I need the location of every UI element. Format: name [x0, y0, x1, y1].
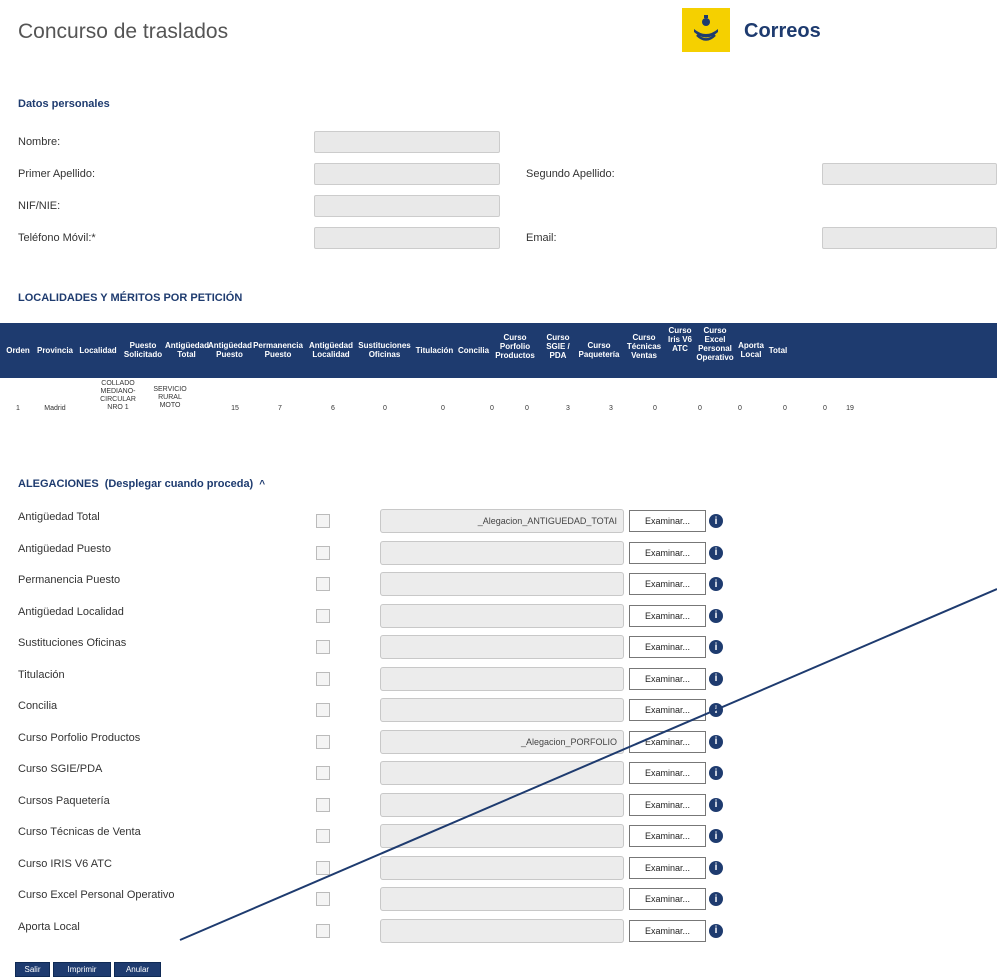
- salir-button[interactable]: Salir: [15, 962, 50, 977]
- anular-button[interactable]: Anular: [114, 962, 161, 977]
- imprimir-button[interactable]: Imprimir: [53, 962, 111, 977]
- annotation-line: [179, 588, 997, 941]
